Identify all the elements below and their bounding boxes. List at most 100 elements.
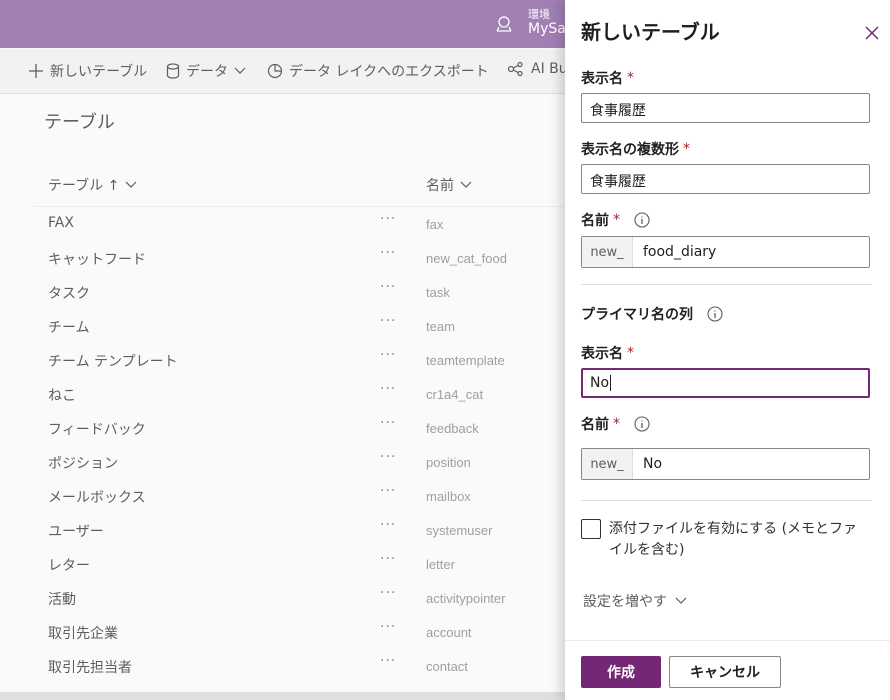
export-data-lake-command[interactable]: データ レイクへのエクスポート xyxy=(267,61,489,81)
column-header-table[interactable]: テーブル ↑ xyxy=(48,175,137,195)
info-icon[interactable] xyxy=(634,212,650,228)
more-options-icon[interactable]: ··· xyxy=(380,211,396,227)
schema-name-input[interactable]: food_diary xyxy=(633,237,716,267)
more-options-icon[interactable]: ··· xyxy=(380,347,396,363)
table-schema-name: activitypointer xyxy=(426,591,506,606)
table-schema-name: position xyxy=(426,455,471,470)
more-options-icon[interactable]: ··· xyxy=(380,245,396,261)
close-icon[interactable] xyxy=(863,24,881,42)
table-row[interactable]: チーム ··· team xyxy=(34,309,574,343)
table-display-name[interactable]: ねこ xyxy=(48,385,76,405)
primary-display-name-input[interactable]: No xyxy=(581,368,870,398)
table-row[interactable]: FAX ··· fax xyxy=(34,207,574,241)
more-settings-toggle[interactable]: 設定を増やす xyxy=(583,591,687,611)
horizontal-scrollbar[interactable] xyxy=(0,692,565,700)
chevron-down-icon xyxy=(125,181,137,188)
primary-display-name-label-text: 表示名 xyxy=(581,346,623,362)
schema-name-field[interactable]: new_ food_diary xyxy=(581,236,870,268)
table-display-name[interactable]: 取引先担当者 xyxy=(48,657,132,677)
primary-display-name-value: No xyxy=(590,375,610,391)
table-schema-name: mailbox xyxy=(426,489,471,504)
more-options-icon[interactable]: ··· xyxy=(380,279,396,295)
info-icon[interactable] xyxy=(634,416,650,432)
more-settings-label: 設定を増やす xyxy=(583,594,667,610)
chevron-down-icon xyxy=(675,597,687,604)
table-display-name[interactable]: ポジション xyxy=(48,453,118,473)
more-options-icon[interactable]: ··· xyxy=(380,517,396,533)
table-schema-name: teamtemplate xyxy=(426,353,505,368)
table-row[interactable]: キャットフード ··· new_cat_food xyxy=(34,241,574,275)
create-button[interactable]: 作成 xyxy=(581,656,661,688)
required-mark: * xyxy=(627,70,634,86)
table-display-name[interactable]: チーム xyxy=(48,317,90,337)
environment-label: 環境 xyxy=(528,8,550,21)
table-display-name[interactable]: メールボックス xyxy=(48,487,146,507)
more-options-icon[interactable]: ··· xyxy=(380,483,396,499)
primary-schema-name-label-text: 名前 xyxy=(581,417,609,433)
table-row[interactable]: 取引先担当者 ··· contact xyxy=(34,649,574,683)
table-display-name[interactable]: キャットフード xyxy=(48,249,146,269)
schema-name-label-text: 名前 xyxy=(581,213,609,229)
table-display-name[interactable]: ユーザー xyxy=(48,521,104,541)
table-display-name[interactable]: チーム テンプレート xyxy=(48,351,178,371)
primary-column-section: プライマリ名の列 xyxy=(581,304,723,324)
table-schema-name: letter xyxy=(426,557,455,572)
more-options-icon[interactable]: ··· xyxy=(380,381,396,397)
primary-schema-prefix: new_ xyxy=(582,449,633,479)
table-schema-name: new_cat_food xyxy=(426,251,507,266)
table-schema-name: feedback xyxy=(426,421,479,436)
attachments-label[interactable]: 添付ファイルを有効にする (メモとファイルを含む) xyxy=(609,519,869,561)
more-options-icon[interactable]: ··· xyxy=(380,585,396,601)
info-icon[interactable] xyxy=(707,306,723,322)
environment-icon[interactable] xyxy=(494,14,514,34)
table-display-name[interactable]: フィードバック xyxy=(48,419,146,439)
new-table-command-label: 新しいテーブル xyxy=(50,64,148,80)
table-row[interactable]: チーム テンプレート ··· teamtemplate xyxy=(34,343,574,377)
panel-title: 新しいテーブル xyxy=(581,20,720,44)
table-display-name[interactable]: タスク xyxy=(48,283,90,303)
primary-schema-name-field[interactable]: new_ No xyxy=(581,448,870,480)
section-divider xyxy=(581,500,872,501)
more-options-icon[interactable]: ··· xyxy=(380,653,396,669)
column-header-name-label: 名前 xyxy=(426,178,454,194)
table-row[interactable]: レター ··· letter xyxy=(34,547,574,581)
table-row[interactable]: メールボックス ··· mailbox xyxy=(34,479,574,513)
table-row[interactable]: ねこ ··· cr1a4_cat xyxy=(34,377,574,411)
export-icon xyxy=(267,63,283,79)
more-options-icon[interactable]: ··· xyxy=(380,313,396,329)
primary-schema-name-input[interactable]: No xyxy=(633,449,662,479)
plural-name-label: 表示名の複数形 * xyxy=(581,139,690,159)
more-options-icon[interactable]: ··· xyxy=(380,449,396,465)
table-row[interactable]: ポジション ··· position xyxy=(34,445,574,479)
ai-builder-icon xyxy=(507,61,523,77)
table-display-name[interactable]: 活動 xyxy=(48,589,76,609)
new-table-command[interactable]: 新しいテーブル xyxy=(28,61,147,81)
attachments-checkbox[interactable] xyxy=(581,519,601,539)
cancel-button[interactable]: キャンセル xyxy=(669,656,781,688)
table-schema-name: cr1a4_cat xyxy=(426,387,484,402)
table-display-name[interactable]: レター xyxy=(48,555,90,575)
plural-name-input[interactable]: 食事履歴 xyxy=(581,164,870,194)
table-row[interactable]: ユーザー ··· systemuser xyxy=(34,513,574,547)
primary-schema-name-label: 名前 * xyxy=(581,414,650,434)
more-options-icon[interactable]: ··· xyxy=(380,415,396,431)
table-schema-name: contact xyxy=(426,659,468,674)
table-row[interactable]: フィードバック ··· feedback xyxy=(34,411,574,445)
display-name-input[interactable]: 食事履歴 xyxy=(581,93,870,123)
table-row[interactable]: 取引先企業 ··· account xyxy=(34,615,574,649)
more-options-icon[interactable]: ··· xyxy=(380,551,396,567)
table-row[interactable]: タスク ··· task xyxy=(34,275,574,309)
data-command[interactable]: データ xyxy=(166,61,246,81)
primary-column-title: プライマリ名の列 xyxy=(581,307,693,323)
table-display-name[interactable]: 取引先企業 xyxy=(48,623,118,643)
table-schema-name: systemuser xyxy=(426,523,493,538)
more-options-icon[interactable]: ··· xyxy=(380,619,396,635)
column-header-name[interactable]: 名前 xyxy=(426,175,472,195)
chevron-down-icon xyxy=(460,181,472,188)
table-row[interactable]: 活動 ··· activitypointer xyxy=(34,581,574,615)
table-display-name[interactable]: FAX xyxy=(48,215,74,231)
required-mark: * xyxy=(627,345,634,361)
footer-divider xyxy=(565,640,890,641)
ai-builder-command[interactable]: AI Bu xyxy=(507,61,568,77)
table-schema-name: account xyxy=(426,625,472,640)
